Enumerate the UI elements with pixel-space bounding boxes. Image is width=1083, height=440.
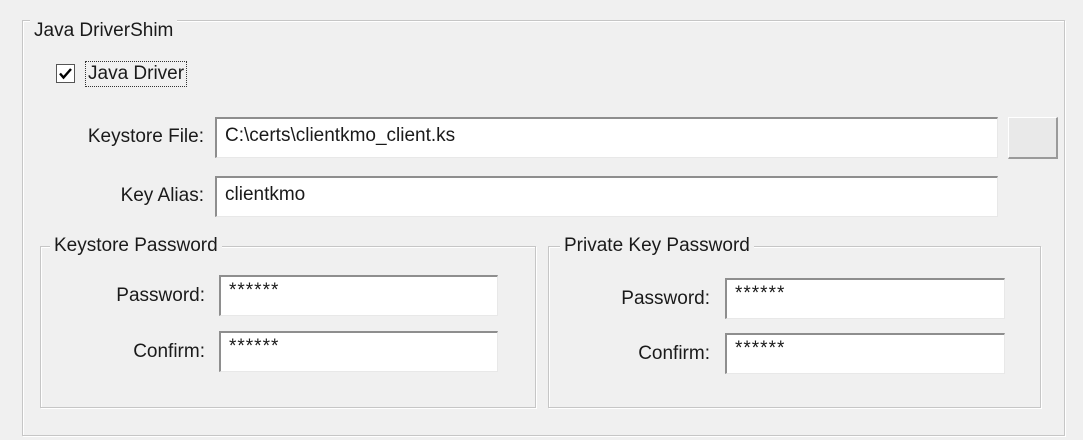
- keystore-password-group: [40, 246, 536, 408]
- private-key-password-group: [548, 246, 1041, 408]
- keystore-password-group-title: Keystore Password: [50, 235, 222, 257]
- private-key-password-label: Password:: [621, 288, 710, 309]
- keystore-password-label: Password:: [116, 285, 205, 306]
- keystore-confirm-label: Confirm:: [133, 341, 205, 362]
- keystore-file-label: Keystore File:: [87, 126, 204, 147]
- private-key-password-input[interactable]: ******: [725, 278, 1005, 319]
- private-key-confirm-input[interactable]: ******: [725, 333, 1005, 374]
- java-drivershim-group-title: Java DriverShim: [30, 20, 178, 42]
- private-key-password-group-title: Private Key Password: [560, 235, 754, 257]
- java-driver-label[interactable]: Java Driver: [84, 61, 188, 87]
- java-driver-checkbox[interactable]: [56, 64, 75, 83]
- keystore-file-input[interactable]: C:\certs\clientkmo_client.ks: [215, 117, 998, 158]
- private-key-confirm-label: Confirm:: [638, 343, 710, 364]
- key-alias-input[interactable]: clientkmo: [215, 176, 998, 217]
- key-alias-label: Key Alias:: [120, 185, 204, 206]
- browse-button[interactable]: [1008, 117, 1058, 159]
- keystore-password-input[interactable]: ******: [219, 275, 498, 316]
- checkmark-icon: [59, 68, 72, 80]
- keystore-confirm-input[interactable]: ******: [219, 331, 498, 372]
